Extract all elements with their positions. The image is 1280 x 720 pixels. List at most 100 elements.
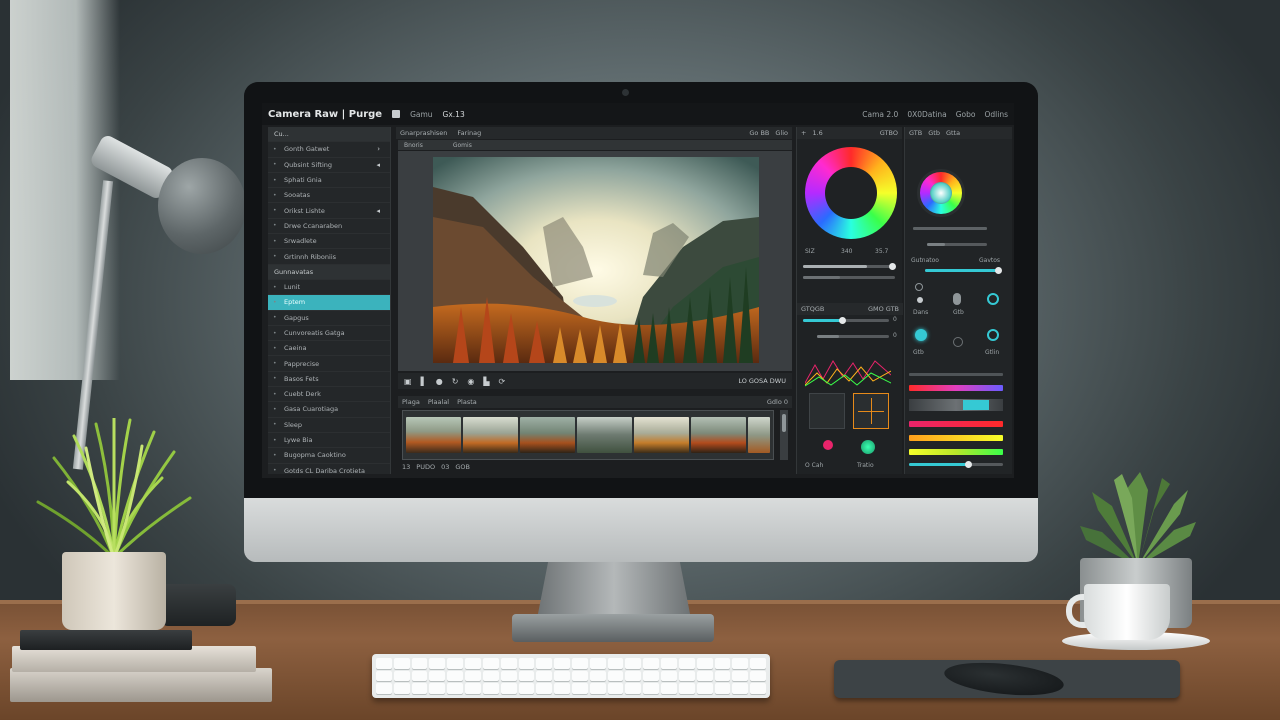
sidebar-item[interactable]: • Gotds CL Dariba Crotieta xyxy=(268,464,390,478)
chevron-icon[interactable]: ◂ xyxy=(376,207,380,215)
sidebar-item[interactable]: • Lywe Bia xyxy=(268,433,390,449)
sidebar-item[interactable]: • Gasa Cuarotiaga xyxy=(268,402,390,418)
viewer-header-right[interactable]: Glio xyxy=(775,129,788,137)
magenta-pin-icon[interactable] xyxy=(823,440,833,450)
filmstrip-tab[interactable]: Plaalal xyxy=(428,398,449,406)
sidebar-item[interactable]: • Cunvoreatis Gatga xyxy=(268,326,390,342)
menu-item[interactable]: Gx.13 xyxy=(443,110,465,119)
zoom-readout[interactable]: LO GOSA DWU xyxy=(738,377,792,385)
refresh-icon[interactable]: ⟳ xyxy=(499,377,506,386)
cyan-dot-icon[interactable] xyxy=(915,329,927,341)
sidebar-bullet-icon: • xyxy=(273,436,277,444)
channel-dot-icon[interactable] xyxy=(917,297,923,303)
filmstrip-tab[interactable]: Plasta xyxy=(457,398,477,406)
crop-icon[interactable]: ▣ xyxy=(404,377,412,386)
menu-item[interactable]: Gamu xyxy=(410,110,432,119)
tab-viewer[interactable]: Gomis xyxy=(453,142,472,149)
viewer-header: Gnarprashisen Farinag Go BB Glio xyxy=(396,127,792,139)
mini-color-wheel[interactable] xyxy=(917,169,965,217)
viewer-header-right[interactable]: Go BB xyxy=(749,129,769,137)
sidebar-item[interactable]: • Sphati Gnia xyxy=(268,173,390,189)
save-icon[interactable] xyxy=(392,110,401,118)
sidebar-item-label: Papprecise xyxy=(284,359,320,368)
sidebar-item[interactable]: • Sooatas xyxy=(268,188,390,204)
sidebar-item[interactable]: • Srwadlete xyxy=(268,234,390,250)
adjust-slider[interactable] xyxy=(803,317,889,324)
film-thumbnail[interactable] xyxy=(463,417,518,453)
curve-box-left[interactable] xyxy=(809,393,845,429)
sidebar-item[interactable]: Cu... xyxy=(268,127,390,143)
sidebar-item[interactable]: • Basos Fets xyxy=(268,372,390,388)
film-thumbnail[interactable] xyxy=(406,417,461,453)
sidebar-item[interactable]: • Sleep xyxy=(268,418,390,433)
menu-item[interactable]: Gobo xyxy=(956,110,976,119)
filmstrip[interactable] xyxy=(402,410,774,460)
film-thumbnail[interactable] xyxy=(577,417,632,453)
panel-header: + 1.6 GTBO xyxy=(797,127,902,139)
sidebar-item[interactable]: Gunnavatas xyxy=(268,264,390,280)
channel-dot-icon[interactable] xyxy=(915,283,923,291)
sidebar-item[interactable]: • Gapgus xyxy=(268,311,390,326)
keyboard-key xyxy=(661,683,677,694)
sidebar-item[interactable]: • Caeina xyxy=(268,341,390,357)
sidebar-bullet-icon: • xyxy=(273,375,277,383)
chevron-icon[interactable]: ◂ xyxy=(376,161,380,169)
adjust-slider[interactable] xyxy=(817,335,889,338)
grey-dot-icon[interactable] xyxy=(953,337,963,347)
yellow-green-bar[interactable] xyxy=(909,449,1003,455)
curve-box-right[interactable] xyxy=(853,393,889,429)
magenta-gradient-bar[interactable] xyxy=(909,385,1003,391)
film-thumbnail[interactable] xyxy=(691,417,746,453)
keyboard-key xyxy=(447,683,464,694)
keyboard-key xyxy=(589,683,606,694)
hue-color-wheel[interactable] xyxy=(805,147,897,239)
sidebar-item[interactable]: • Drwe Ccanaraben xyxy=(268,219,390,235)
cyan-slider[interactable] xyxy=(909,461,1003,468)
grey-slider[interactable] xyxy=(909,373,1003,376)
mask-icon[interactable]: ▙ xyxy=(483,377,489,386)
red-bar[interactable] xyxy=(909,421,1003,427)
channel-ring-icon[interactable] xyxy=(987,293,999,305)
sidebar-item[interactable]: • Orikst Lishte ◂ xyxy=(268,203,390,219)
menu-item[interactable]: Cama 2.0 xyxy=(862,110,898,119)
sidebar-item[interactable]: • Gonth Gatwet › xyxy=(268,142,390,158)
channel-toggle-icon[interactable] xyxy=(953,293,961,305)
brush-icon[interactable]: ▌ xyxy=(421,377,427,386)
circle-icon[interactable]: ◉ xyxy=(467,377,474,386)
menu-item[interactable]: Odlins xyxy=(985,110,1009,119)
filmstrip-tab[interactable]: Plaga xyxy=(402,398,420,406)
sidebar-item[interactable]: • Eptem xyxy=(268,295,390,311)
sidebar-item-label: Qubsint Sifting xyxy=(284,160,332,169)
film-thumbnail[interactable] xyxy=(748,417,770,453)
sidebar-item[interactable]: • Lunit xyxy=(268,280,390,296)
sidebar-item[interactable]: • Bugopma Caoktino xyxy=(268,448,390,464)
saturation-slider[interactable] xyxy=(803,276,895,279)
film-thumbnail[interactable] xyxy=(520,417,575,453)
wheel-slider[interactable] xyxy=(927,243,987,246)
sidebar-item[interactable]: • Papprecise xyxy=(268,356,390,372)
photo-viewer[interactable] xyxy=(398,151,792,371)
cyan-ring-icon[interactable] xyxy=(987,329,999,341)
orange-bar[interactable] xyxy=(909,435,1003,441)
selection-strip[interactable] xyxy=(909,399,1003,411)
sidebar-item[interactable]: • Qubsint Sifting ◂ xyxy=(268,158,390,173)
topbar-right-menus: Cama 2.0 0X0Datina Gobo Odlins xyxy=(862,110,1008,119)
chevron-icon[interactable]: › xyxy=(377,145,380,153)
sidebar-item[interactable]: • Cuebt Derk xyxy=(268,387,390,403)
sidebar-item[interactable]: • Grtinnh Riboniis xyxy=(268,249,390,265)
tone-curve-graph[interactable] xyxy=(805,355,891,387)
wheel-slider[interactable] xyxy=(913,227,987,230)
tab-viewer[interactable]: Bnoris xyxy=(404,142,423,149)
keyboard-key xyxy=(678,683,695,694)
filmstrip-scrollbar[interactable] xyxy=(780,410,788,460)
menu-item[interactable]: 0X0Datina xyxy=(907,110,946,119)
rotate-icon[interactable]: ↻ xyxy=(452,377,459,386)
panel-header-label: Gtta xyxy=(945,129,961,137)
film-thumbnail[interactable] xyxy=(634,417,689,453)
keyboard-key xyxy=(536,683,553,694)
drop-icon[interactable]: ● xyxy=(436,377,443,386)
green-pin-icon[interactable] xyxy=(861,440,875,454)
hue-slider[interactable] xyxy=(803,263,896,270)
grading-slider[interactable] xyxy=(925,267,1002,274)
keyboard-key xyxy=(607,683,624,694)
